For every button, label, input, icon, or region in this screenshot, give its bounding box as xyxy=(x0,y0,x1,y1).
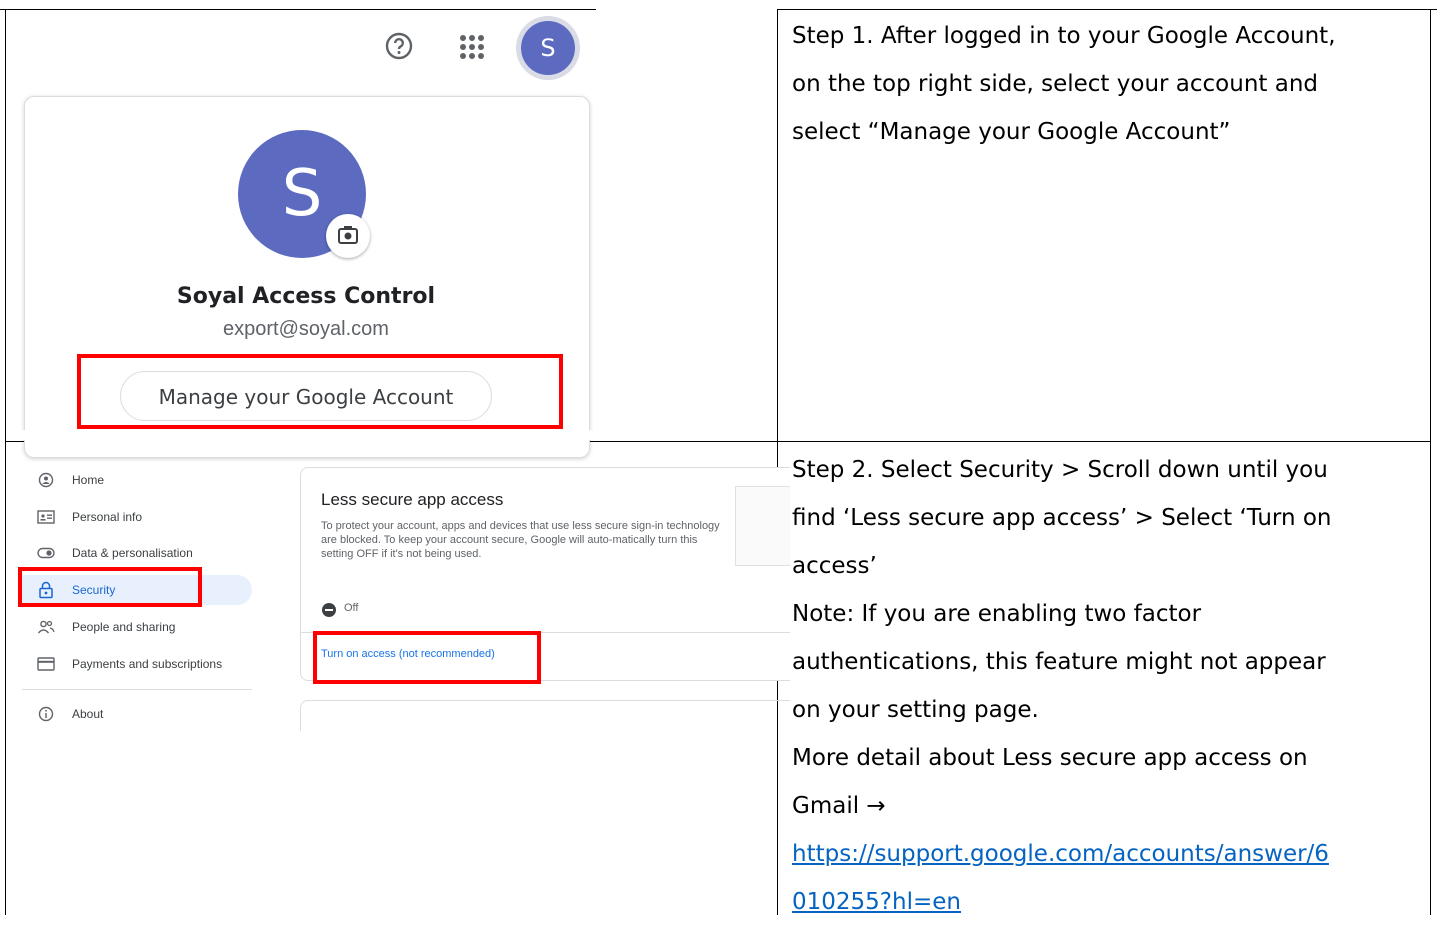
status-label: Off xyxy=(344,602,359,614)
home-icon xyxy=(36,470,56,490)
step2-more-line: More detail about Less secure app access… xyxy=(792,745,1308,771)
next-card xyxy=(300,700,822,731)
account-avatar-button[interactable]: S xyxy=(516,16,580,80)
step2-note-line: Note: If you are enabling two factor xyxy=(792,601,1202,627)
off-status-icon xyxy=(322,603,336,617)
account-email: export@soyal.com xyxy=(223,318,389,340)
step2-more-line: Gmail → xyxy=(792,793,886,819)
step2-line: Step 2. Select Security > Scroll down un… xyxy=(792,457,1328,483)
table-top-border-right xyxy=(778,9,1437,10)
manage-button-highlight xyxy=(77,354,563,429)
step2-text: Step 2. Select Security > Scroll down un… xyxy=(792,446,1432,926)
camera-icon xyxy=(338,226,358,244)
step1-line: select “Manage your Google Account” xyxy=(792,119,1231,145)
table-column-divider xyxy=(777,9,778,915)
nav-label: People and sharing xyxy=(72,620,176,634)
nav-item-home[interactable]: Home xyxy=(22,465,252,495)
nav-item-payments[interactable]: Payments and subscriptions xyxy=(22,649,252,679)
nav-label: Personal info xyxy=(72,510,143,524)
turn-on-highlight xyxy=(313,631,541,684)
card-description: To protect your account, apps and device… xyxy=(321,520,720,560)
id-card-icon xyxy=(36,507,56,527)
crop-mask xyxy=(20,430,595,440)
info-icon xyxy=(36,704,56,724)
people-icon xyxy=(36,617,56,637)
change-photo-button[interactable] xyxy=(326,214,370,258)
nav-item-data-personalisation[interactable]: Data & personalisation xyxy=(22,538,252,568)
support-link[interactable]: 010255?hl=en xyxy=(792,878,1432,926)
account-name: Soyal Access Control xyxy=(176,284,436,309)
card-title: Less secure app access xyxy=(321,490,504,509)
nav-label: About xyxy=(72,707,104,721)
nav-divider xyxy=(22,689,252,690)
step2-note-line: on your setting page. xyxy=(792,697,1039,723)
toggle-icon xyxy=(36,543,56,563)
apps-grid-icon[interactable] xyxy=(455,30,489,64)
step2-note-line: authentications, this feature might not … xyxy=(792,649,1326,675)
step1-text: Step 1. After logged in to your Google A… xyxy=(792,12,1422,156)
step2-line: access’ xyxy=(792,553,877,579)
credit-card-icon xyxy=(36,654,56,674)
support-link[interactable]: https://support.google.com/accounts/answ… xyxy=(792,830,1432,878)
nav-label: Data & personalisation xyxy=(72,546,193,560)
nav-label: Payments and subscriptions xyxy=(72,657,223,671)
nav-label: Home xyxy=(72,473,105,487)
step2-line: find ‘Less secure app access’ > Select ‘… xyxy=(792,505,1332,531)
avatar-letter-small: S xyxy=(521,21,575,75)
table-left-border xyxy=(5,9,6,915)
nav-item-personal-info[interactable]: Personal info xyxy=(22,502,252,532)
table-top-border-left xyxy=(0,9,596,10)
security-highlight xyxy=(18,567,202,607)
card-illustration xyxy=(735,486,797,566)
step1-line: on the top right side, select your accou… xyxy=(792,71,1319,97)
help-icon[interactable] xyxy=(383,30,415,62)
nav-item-people-sharing[interactable]: People and sharing xyxy=(22,612,252,642)
nav-item-about[interactable]: About xyxy=(22,699,252,729)
step1-line: Step 1. After logged in to your Google A… xyxy=(792,23,1336,49)
